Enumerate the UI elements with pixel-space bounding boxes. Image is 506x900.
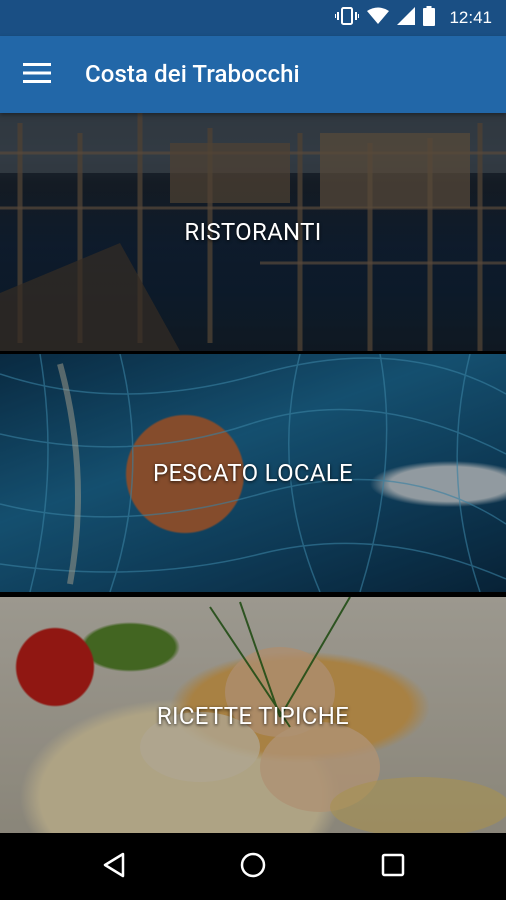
home-button[interactable] [235, 849, 271, 885]
card-label: RISTORANTI [184, 218, 322, 246]
recents-icon [381, 853, 405, 881]
vibrate-icon [334, 7, 361, 29]
menu-icon [23, 62, 51, 88]
card-ricette-tipiche[interactable]: RICETTE TIPICHE [0, 597, 506, 835]
signal-icon [397, 7, 416, 29]
back-icon [102, 852, 126, 882]
card-label: PESCATO LOCALE [153, 459, 353, 487]
status-time: 12:41 [449, 8, 492, 27]
card-pescato-locale[interactable]: PESCATO LOCALE [0, 354, 506, 592]
home-icon [239, 851, 267, 883]
category-list: RISTORANTI PESCATO LOCALE RICETTE TIPICH… [0, 113, 506, 835]
card-ristoranti[interactable]: RISTORANTI [0, 113, 506, 351]
status-icons: 12:41 [334, 0, 492, 36]
app-title: Costa dei Trabocchi [85, 60, 300, 88]
wifi-icon [367, 7, 390, 29]
app-bar: Costa dei Trabocchi [0, 36, 506, 113]
card-label: RICETTE TIPICHE [156, 702, 350, 730]
menu-button[interactable] [20, 58, 54, 92]
status-bar: 12:41 [0, 0, 506, 36]
navigation-bar [0, 833, 506, 900]
back-button[interactable] [96, 849, 132, 885]
recents-button[interactable] [375, 849, 411, 885]
battery-icon [423, 6, 436, 30]
